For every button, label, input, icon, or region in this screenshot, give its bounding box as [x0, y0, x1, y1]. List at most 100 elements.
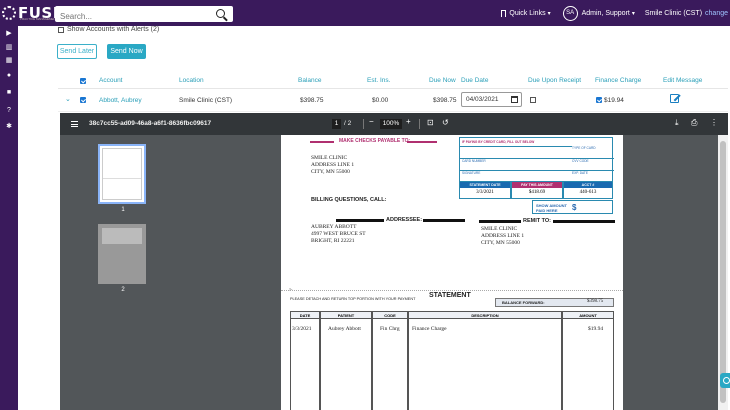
- caret-down-icon: ▾: [547, 10, 551, 17]
- header-bar: [553, 220, 615, 223]
- col-balance[interactable]: Balance: [298, 77, 322, 84]
- line-date: 3/3/2021: [292, 326, 312, 332]
- help-icon[interactable]: ?: [5, 106, 13, 114]
- bookmark-icon: [501, 9, 507, 17]
- addressee-line-3: BRIGHT, RI 22221: [311, 238, 355, 244]
- addressee-line-2: 4997 WEST BRUCE ST: [311, 231, 366, 237]
- header-bar: [423, 219, 465, 222]
- search-icon[interactable]: [216, 9, 225, 18]
- thumbnail-preview: [102, 148, 142, 200]
- statement-date-box: STATEMENT DATE 3/3/2021: [459, 181, 511, 199]
- users-icon[interactable]: ●: [5, 71, 13, 79]
- col-account[interactable]: Account: [99, 77, 123, 84]
- print-icon[interactable]: ⎙: [691, 118, 697, 128]
- current-clinic: Smile Clinic (CST): [644, 9, 703, 17]
- user-menu[interactable]: Admin, Support ▾: [582, 10, 635, 17]
- calendar-icon[interactable]: [511, 96, 518, 103]
- date-column: [290, 319, 320, 410]
- quick-links-label: Quick Links: [509, 9, 546, 17]
- statement-table: DATE PATIENT CODE DESCRIPTION AMOUNT 3/3…: [290, 311, 614, 410]
- col-date: DATE: [290, 311, 320, 319]
- toolbar-divider: [363, 119, 364, 129]
- fit-page-icon[interactable]: ⊡: [427, 118, 434, 127]
- account-link[interactable]: Abbott, Aubrey: [99, 97, 142, 104]
- zoom-out-icon[interactable]: −: [369, 117, 374, 126]
- calendar-icon[interactable]: ▦: [5, 56, 13, 64]
- due-date-input[interactable]: 04/03/2021: [461, 92, 522, 107]
- play-icon[interactable]: ▶: [5, 29, 13, 37]
- send-now-button[interactable]: Send Now: [107, 44, 146, 59]
- thumbnail-label-2: 2: [121, 287, 125, 293]
- more-options-icon[interactable]: ⋮: [710, 118, 718, 127]
- card-note: IF PAYING BY CREDIT CARD, FILL OUT BELOW: [462, 140, 535, 144]
- col-est-ins[interactable]: Est. Ins.: [367, 77, 390, 84]
- form-line: [460, 146, 572, 147]
- search-box[interactable]: [55, 6, 233, 25]
- pdf-viewer: 38c7cc55-ad09-46a8-a6f1-8636fbc09617 1 /…: [60, 113, 728, 410]
- alerts-checkbox[interactable]: [58, 26, 64, 33]
- col-description: DESCRIPTION: [408, 311, 562, 319]
- description-column: [408, 319, 562, 410]
- menu-icon[interactable]: [71, 121, 78, 127]
- download-icon[interactable]: ⤓: [675, 118, 679, 128]
- show-alerts-checkbox[interactable]: Show Accounts with Alerts (2): [58, 26, 159, 33]
- account-number-value: 440-613: [579, 190, 597, 195]
- quick-links-menu[interactable]: Quick Links ▾: [501, 9, 551, 17]
- addressee-line-1: AUBREY ABBOTT: [311, 224, 357, 230]
- exp-date-label: EXP. DATE: [572, 171, 589, 175]
- statement-date-head: STATEMENT DATE: [460, 182, 510, 188]
- balance-forward-value: $398.75: [587, 299, 604, 304]
- zoom-in-icon[interactable]: +: [406, 117, 411, 126]
- due-date-value: 04/03/2021: [466, 96, 499, 103]
- thumbnail-preview: [102, 228, 142, 244]
- caret-down-icon: ▾: [631, 10, 635, 17]
- row-checkbox[interactable]: [80, 97, 86, 103]
- row-location: Smile Clinic (CST): [179, 97, 233, 104]
- send-later-button[interactable]: Send Later: [57, 44, 97, 59]
- row-balance: $398.75: [300, 97, 324, 104]
- zoom-level[interactable]: 100%: [380, 119, 402, 129]
- search-input[interactable]: [55, 8, 205, 25]
- addressee-label: ADDRESSEE:: [386, 217, 423, 223]
- finance-charge-checkbox[interactable]: [596, 97, 602, 103]
- select-all-checkbox[interactable]: [80, 78, 86, 84]
- payee-line-1: SMILE CLINIC: [311, 155, 348, 161]
- pay-amount-box: PAY THIS AMOUNT $418.69: [511, 181, 563, 199]
- help-chat-button[interactable]: [720, 373, 730, 388]
- gear-icon[interactable]: ✱: [5, 122, 13, 130]
- amount-column: [562, 319, 614, 410]
- rotate-icon[interactable]: ↺: [442, 118, 449, 127]
- scrollbar-thumb[interactable]: [720, 141, 726, 403]
- statement-date-value: 3/3/2021: [476, 190, 494, 195]
- chart-icon[interactable]: ▥: [5, 43, 13, 51]
- inbox-icon[interactable]: ■: [5, 88, 13, 96]
- expand-chevron-icon[interactable]: ⌄: [65, 95, 71, 103]
- col-location[interactable]: Location: [179, 77, 204, 84]
- logo-subtitle: PRACTICE MANAGEMENT: [20, 17, 58, 21]
- page-thumbnail-2[interactable]: [98, 224, 146, 284]
- pdf-scrollbar[interactable]: [718, 135, 728, 410]
- col-finance-charge[interactable]: Finance Charge: [595, 77, 641, 84]
- due-upon-receipt-checkbox[interactable]: [530, 97, 536, 103]
- col-due-now[interactable]: Due Now: [429, 77, 456, 84]
- account-number-head: ACCT #: [564, 182, 612, 188]
- col-due-upon-receipt[interactable]: Due Upon Receipt: [528, 77, 581, 84]
- row-finance-charge: $19.94: [604, 97, 624, 104]
- col-due-date[interactable]: Due Date: [461, 77, 488, 84]
- thumbnail-panel: 1 2: [60, 135, 185, 410]
- account-number-box: ACCT # 440-613: [563, 181, 613, 199]
- change-clinic-link[interactable]: change: [705, 10, 728, 17]
- col-edit-message[interactable]: Edit Message: [663, 77, 702, 84]
- pdf-page: MAKE CHECKS PAYABLE TO: SMILE CLINIC ADD…: [281, 135, 623, 410]
- accent-bar: [407, 141, 437, 143]
- paid-here-label: PAID HERE: [536, 208, 558, 213]
- page-number-input[interactable]: 1: [332, 119, 341, 129]
- side-nav: ▶ ▥ ▦ ● ■ ? ✱: [0, 26, 18, 410]
- edit-message-icon[interactable]: [670, 94, 679, 103]
- avatar[interactable]: SA: [562, 5, 578, 21]
- page-thumbnail-1[interactable]: [98, 144, 146, 204]
- header-bar: [479, 220, 521, 223]
- header-bar: [336, 219, 384, 222]
- col-amount: AMOUNT: [562, 311, 614, 319]
- make-checks-label: MAKE CHECKS PAYABLE TO:: [339, 138, 411, 144]
